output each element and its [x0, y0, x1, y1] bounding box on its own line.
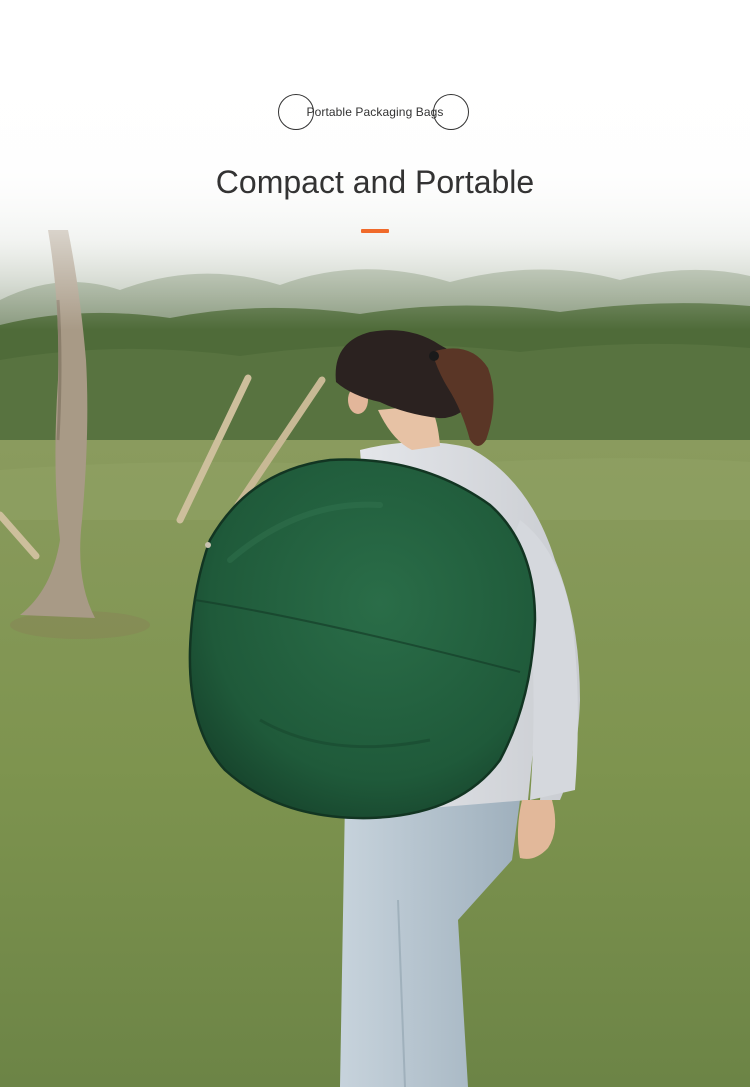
- product-photo: [0, 0, 750, 1087]
